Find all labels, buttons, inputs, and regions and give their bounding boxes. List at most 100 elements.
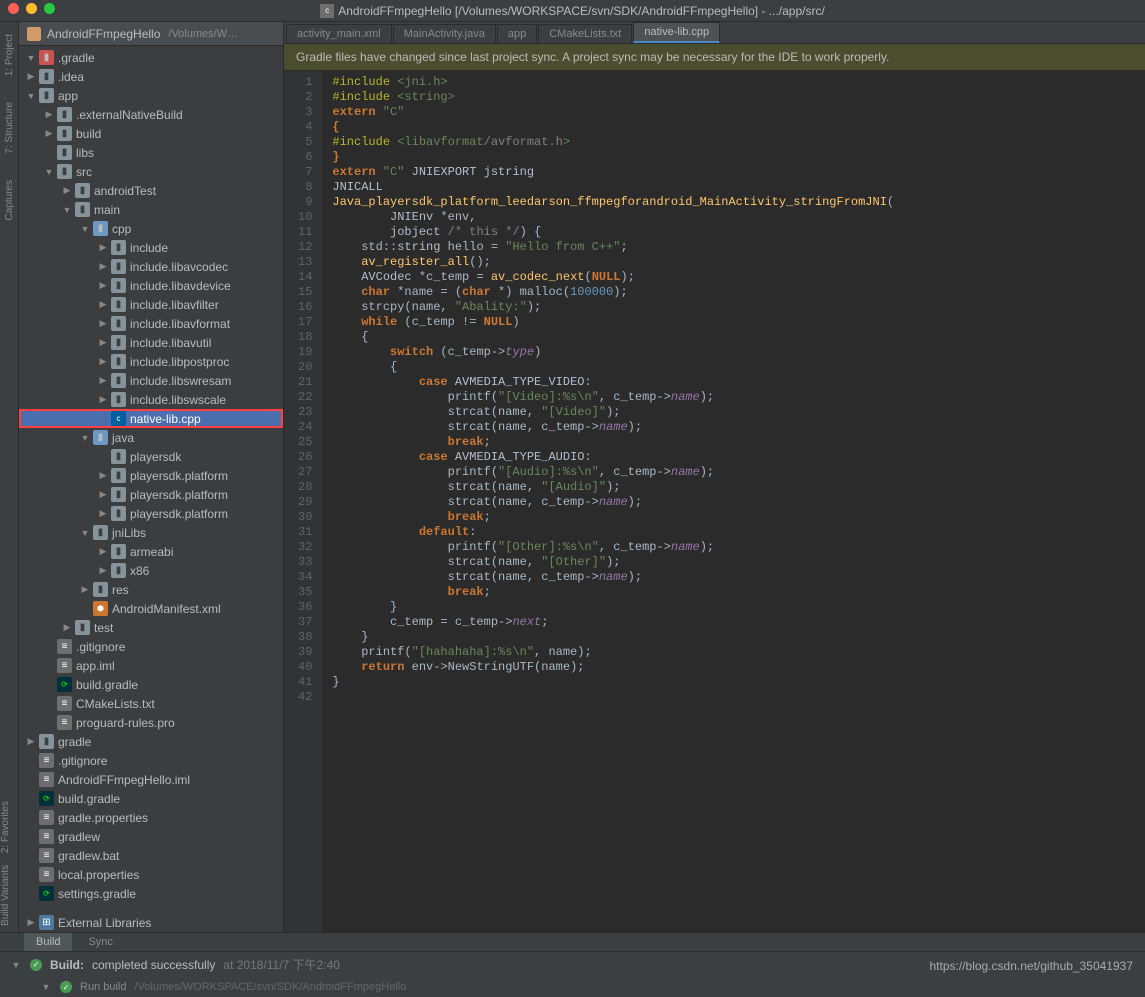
- chevron-right-icon[interactable]: [97, 337, 109, 348]
- code-line[interactable]: while (c_temp != NULL): [332, 315, 894, 330]
- tree-item[interactable]: ⟳build.gradle: [19, 789, 283, 808]
- code-line[interactable]: switch (c_temp->type): [332, 345, 894, 360]
- code-line[interactable]: }: [332, 150, 894, 165]
- code-content[interactable]: #include <jni.h>#include <string>extern …: [322, 71, 904, 932]
- editor-tab[interactable]: app: [497, 24, 537, 43]
- code-line[interactable]: {: [332, 360, 894, 375]
- chevron-down-icon[interactable]: [25, 91, 37, 101]
- tab-sync[interactable]: Sync: [76, 933, 124, 951]
- chevron-down-icon[interactable]: [79, 433, 91, 443]
- chevron-right-icon[interactable]: [97, 242, 109, 253]
- chevron-down-icon[interactable]: [79, 528, 91, 538]
- tree-item[interactable]: ≡gradle.properties: [19, 808, 283, 827]
- tree-item[interactable]: ▮include.libavutil: [19, 333, 283, 352]
- rail-captures[interactable]: Captures: [4, 174, 15, 227]
- tree-item[interactable]: ▮playersdk: [19, 447, 283, 466]
- code-editor[interactable]: 1234567891011121314151617181920212223242…: [284, 71, 1145, 932]
- chevron-right-icon[interactable]: [25, 736, 37, 747]
- tree-item[interactable]: ≡.gitignore: [19, 751, 283, 770]
- tree-item[interactable]: ▮build: [19, 124, 283, 143]
- rail-build-variants[interactable]: Build Variants: [0, 859, 11, 932]
- tree-item[interactable]: ▮test: [19, 618, 283, 637]
- code-line[interactable]: }: [332, 675, 894, 690]
- gradle-sync-notification[interactable]: Gradle files have changed since last pro…: [284, 44, 1145, 71]
- tree-item[interactable]: ▮.externalNativeBuild: [19, 105, 283, 124]
- editor-tab[interactable]: MainActivity.java: [393, 24, 496, 43]
- tree-item[interactable]: cnative-lib.cpp: [19, 409, 283, 428]
- code-line[interactable]: AVCodec *c_temp = av_codec_next(NULL);: [332, 270, 894, 285]
- external-libraries[interactable]: ⊞ External Libraries: [19, 913, 283, 932]
- tree-item[interactable]: ▮cpp: [19, 219, 283, 238]
- mac-maximize-button[interactable]: [44, 3, 55, 14]
- tree-item[interactable]: ≡gradlew.bat: [19, 846, 283, 865]
- tree-item[interactable]: ≡gradlew: [19, 827, 283, 846]
- chevron-right-icon[interactable]: [25, 71, 37, 82]
- chevron-right-icon[interactable]: [97, 565, 109, 576]
- tree-item[interactable]: ▮include.libavcodec: [19, 257, 283, 276]
- tree-item[interactable]: ⟳build.gradle: [19, 675, 283, 694]
- code-line[interactable]: {: [332, 120, 894, 135]
- tree-item[interactable]: ≡proguard-rules.pro: [19, 713, 283, 732]
- chevron-right-icon[interactable]: [97, 394, 109, 405]
- chevron-right-icon[interactable]: [97, 280, 109, 291]
- tree-item[interactable]: ▮include.libavformat: [19, 314, 283, 333]
- tree-item[interactable]: ≡.gitignore: [19, 637, 283, 656]
- tree-item[interactable]: ▮.idea: [19, 67, 283, 86]
- code-line[interactable]: av_register_all();: [332, 255, 894, 270]
- code-line[interactable]: }: [332, 630, 894, 645]
- rail-structure[interactable]: 7: Structure: [4, 96, 15, 160]
- code-line[interactable]: default:: [332, 525, 894, 540]
- tree-item[interactable]: ▮java: [19, 428, 283, 447]
- tree-item[interactable]: ▮playersdk.platform: [19, 504, 283, 523]
- tree-item[interactable]: ▮jniLibs: [19, 523, 283, 542]
- code-line[interactable]: strcat(name, c_temp->name);: [332, 420, 894, 435]
- code-line[interactable]: strcat(name, "[Audio]");: [332, 480, 894, 495]
- code-line[interactable]: strcat(name, c_temp->name);: [332, 570, 894, 585]
- mac-minimize-button[interactable]: [26, 3, 37, 14]
- mac-close-button[interactable]: [8, 3, 19, 14]
- tree-item[interactable]: ▮include.libswscale: [19, 390, 283, 409]
- chevron-right-icon[interactable]: [97, 318, 109, 329]
- rail-favorites[interactable]: 2: Favorites: [0, 795, 11, 859]
- tree-item[interactable]: ▮androidTest: [19, 181, 283, 200]
- rail-project[interactable]: 1: Project: [4, 28, 15, 82]
- tree-item[interactable]: ▮playersdk.platform: [19, 466, 283, 485]
- chevron-down-icon[interactable]: [61, 205, 73, 215]
- chevron-right-icon[interactable]: [97, 261, 109, 272]
- code-line[interactable]: strcat(name, c_temp->name);: [332, 495, 894, 510]
- chevron-down-icon[interactable]: [43, 167, 55, 177]
- chevron-right-icon[interactable]: [61, 622, 73, 633]
- code-line[interactable]: #include <string>: [332, 90, 894, 105]
- code-line[interactable]: strcpy(name, "Abality:");: [332, 300, 894, 315]
- code-line[interactable]: #include <jni.h>: [332, 75, 894, 90]
- code-line[interactable]: extern "C" JNIEXPORT jstring: [332, 165, 894, 180]
- code-line[interactable]: printf("[Video]:%s\n", c_temp->name);: [332, 390, 894, 405]
- editor-tab[interactable]: activity_main.xml: [286, 24, 392, 43]
- tree-item[interactable]: ▮gradle: [19, 732, 283, 751]
- tree-item[interactable]: ▮include.libavfilter: [19, 295, 283, 314]
- tree-item[interactable]: ▮res: [19, 580, 283, 599]
- code-line[interactable]: #include <libavformat/avformat.h>: [332, 135, 894, 150]
- chevron-down-icon[interactable]: [25, 53, 37, 63]
- run-build-row[interactable]: ✓ Run build /Volumes/WORKSPACE/svn/SDK/A…: [0, 977, 1145, 997]
- editor-tab[interactable]: native-lib.cpp: [633, 22, 720, 43]
- chevron-right-icon[interactable]: [97, 508, 109, 519]
- code-line[interactable]: case AVMEDIA_TYPE_VIDEO:: [332, 375, 894, 390]
- chevron-right-icon[interactable]: [25, 917, 37, 928]
- chevron-down-icon[interactable]: [10, 960, 22, 970]
- code-line[interactable]: return env->NewStringUTF(name);: [332, 660, 894, 675]
- code-line[interactable]: extern "C": [332, 105, 894, 120]
- code-line[interactable]: {: [332, 330, 894, 345]
- chevron-down-icon[interactable]: [79, 224, 91, 234]
- file-tree[interactable]: ▮.gradle▮.idea▮app▮.externalNativeBuild▮…: [19, 46, 283, 913]
- editor-tab[interactable]: CMakeLists.txt: [538, 24, 632, 43]
- code-line[interactable]: c_temp = c_temp->next;: [332, 615, 894, 630]
- tree-item[interactable]: ▮include.libswresam: [19, 371, 283, 390]
- chevron-right-icon[interactable]: [97, 299, 109, 310]
- tree-item[interactable]: ▮app: [19, 86, 283, 105]
- chevron-right-icon[interactable]: [79, 584, 91, 595]
- code-line[interactable]: printf("[Audio]:%s\n", c_temp->name);: [332, 465, 894, 480]
- code-line[interactable]: strcat(name, "[Other]");: [332, 555, 894, 570]
- project-root[interactable]: AndroidFFmpegHello /Volumes/W…: [19, 22, 283, 46]
- chevron-right-icon[interactable]: [97, 489, 109, 500]
